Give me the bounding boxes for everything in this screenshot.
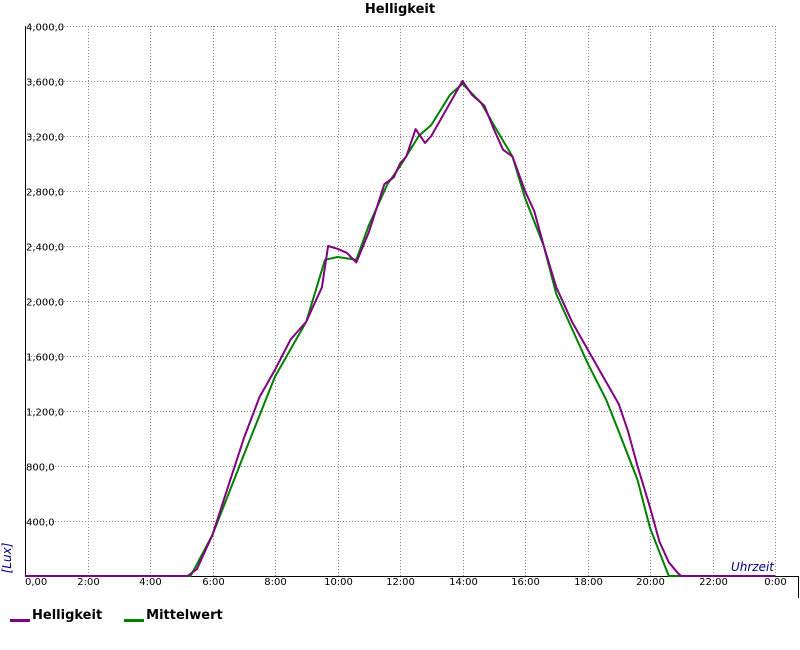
legend-swatch-mittelwert	[124, 618, 145, 622]
y-axis-label: [Lux]	[0, 542, 14, 573]
y-tick-label: 4,000,0	[26, 23, 64, 34]
y-tick-label: 2,000,0	[26, 298, 64, 309]
x-tick-label: 14:00	[449, 577, 478, 588]
legend: Helligkeit Mittelwert	[10, 608, 223, 623]
x-tick-label: 16:00	[511, 577, 540, 588]
legend-swatch-helligkeit	[10, 618, 30, 622]
y-tick-label: 1,200,0	[26, 408, 64, 419]
x-axis-label: Uhrzeit	[731, 560, 775, 574]
legend-label-helligkeit: Helligkeit	[32, 608, 103, 623]
y-tick-label: 800,0	[26, 463, 55, 474]
y-tick-label: 400,0	[26, 518, 55, 529]
legend-item-helligkeit: Helligkeit	[10, 608, 102, 623]
grid	[25, 26, 776, 576]
tick-labels: 400,0 800,0 1,200,0 1,600,0 2,000,0 2,400,0 2,…	[25, 23, 787, 589]
legend-item-mittelwert: Mittelwert	[124, 608, 223, 623]
y-tick-label: 3,200,0	[26, 133, 64, 144]
axes	[25, 26, 799, 598]
x-tick-label: 0,00	[25, 577, 47, 588]
y-tick-label: 2,800,0	[26, 188, 64, 199]
y-tick-label: 3,600,0	[26, 78, 64, 89]
legend-label-mittelwert: Mittelwert	[146, 608, 223, 623]
y-tick-label: 1,600,0	[26, 353, 64, 364]
x-tick-label: 10:00	[324, 577, 353, 588]
x-tick-label: 6:00	[202, 577, 224, 588]
x-tick-label: 4:00	[139, 577, 161, 588]
chart-title: Helligkeit	[365, 2, 435, 17]
x-tick-label: 12:00	[386, 577, 415, 588]
x-tick-label: 20:00	[636, 577, 665, 588]
x-tick-label: 22:00	[699, 577, 728, 588]
x-tick-label: 18:00	[574, 577, 603, 588]
chart: Helligkeit 400,0 800,0 1,200,0 1,600,0 2,000…	[0, 2, 799, 598]
x-tick-label: 8:00	[264, 577, 286, 588]
x-tick-label: 2:00	[77, 577, 99, 588]
y-tick-label: 2,400,0	[26, 243, 64, 254]
x-tick-label: 0:00	[764, 577, 786, 588]
